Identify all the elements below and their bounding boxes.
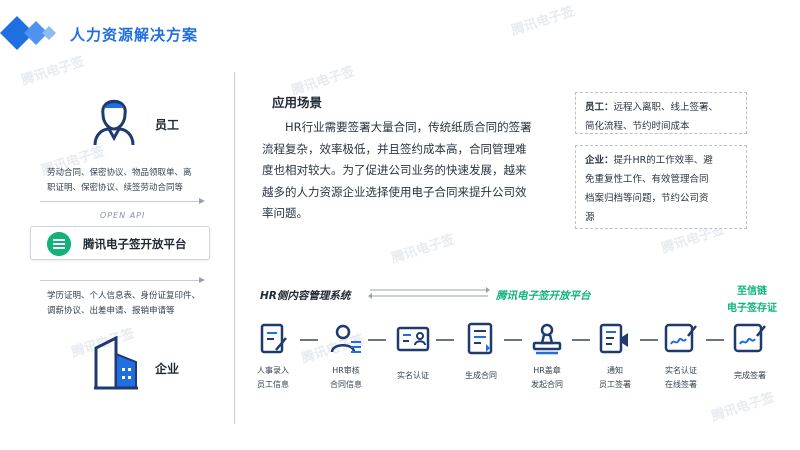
hr-system-label: HR侧内容管理系统 <box>260 290 351 302</box>
arrow-right-icon <box>199 277 205 283</box>
step-label-line: 合同信息 <box>330 380 362 389</box>
enterprise-docs-line: 学历证明、个人信息表、身份证复印件、 <box>47 291 201 301</box>
arrow-right-icon <box>199 198 205 204</box>
note-label: 企业： <box>585 155 614 166</box>
note-employee: 员工：远程入离职、线上签署、 简化流程、节约时间成本 <box>575 92 747 134</box>
bidirectional-arrow-icon <box>368 287 490 299</box>
step-label-line: 员工信息 <box>257 380 289 389</box>
step-label-line: 通知 <box>607 366 623 375</box>
step-label: HR盖章 发起合同 <box>517 364 577 392</box>
flow-connector <box>504 339 522 341</box>
note-line: 档案归档等问题，节约公司资 <box>585 193 709 204</box>
divider-arrow <box>40 201 200 202</box>
note-line: 简化流程、节约时间成本 <box>585 121 690 132</box>
review-person-icon <box>330 324 361 353</box>
step-label: 实名认证 在线签署 <box>651 364 711 392</box>
step-label-line: 发起合同 <box>531 380 563 389</box>
employee-icon <box>93 99 135 146</box>
step-label: 人事录入 员工信息 <box>243 364 303 392</box>
vertical-divider <box>234 72 235 424</box>
flow-connector <box>640 339 658 341</box>
watermark: 腾讯电子签 <box>509 4 577 39</box>
flow-connector <box>436 339 454 341</box>
note-text: 提升HR的工作效率、避 <box>613 155 713 166</box>
watermark: 腾讯电子签 <box>709 390 777 425</box>
certificate-line: 电子签存证 <box>727 303 777 314</box>
note-line: 企业：提升HR的工作效率、避 <box>585 151 737 170</box>
notify-doc-icon <box>599 323 628 354</box>
logo-diamonds-icon <box>0 16 56 50</box>
certificate-line: 至信链 <box>737 286 767 297</box>
note-text: 远程入离职、线上签署、 <box>613 102 719 113</box>
platform-card: 腾讯电子签开放平台 <box>30 226 210 260</box>
step-label-line: 完成签署 <box>734 371 766 380</box>
flow-connector <box>706 339 724 341</box>
employee-docs: 劳动合同、保密协议、物品领取单、离 职证明、保密协议、续签劳动合同等 <box>47 166 192 196</box>
enterprise-docs-line: 调薪协议、出差申请、报销申请等 <box>47 306 175 316</box>
complete-sign-icon <box>733 323 766 353</box>
seal-stamp-icon <box>532 323 562 355</box>
employee-docs-line: 职证明、保密协议、续签劳动合同等 <box>47 183 184 193</box>
scene-title: 应用场景 <box>272 95 323 110</box>
building-icon <box>94 336 138 390</box>
step-label: HR审核 合同信息 <box>316 364 376 392</box>
id-card-icon <box>396 326 430 352</box>
note-line: 员工：远程入离职、线上签署、 <box>585 98 737 117</box>
step-label-line: 人事录入 <box>257 366 289 375</box>
note-label: 员工： <box>585 102 614 113</box>
page-title: 人力资源解决方案 <box>70 26 199 44</box>
platform-label: 腾讯电子签开放平台 <box>83 237 187 251</box>
step-label: 通知 员工签署 <box>585 364 645 392</box>
step-label: 生成合同 <box>451 369 511 383</box>
scene-body: HR行业需要签署大量合同，传统纸质合同的签署流程复杂，效率极低，并且签约成本高，… <box>262 120 532 220</box>
step-label-line: 实名认证 <box>665 366 697 375</box>
step-label-line: HR审核 <box>332 366 360 375</box>
note-line: 源 <box>585 212 595 223</box>
sign-pen-icon <box>664 323 697 353</box>
step-label-line: 员工签署 <box>599 380 631 389</box>
note-line: 免重复性工作、有效管理合同 <box>585 174 709 185</box>
flow-platform-label: 腾讯电子签开放平台 <box>496 290 591 302</box>
entry-form-icon <box>260 323 287 354</box>
api-label: OPEN API <box>100 211 146 220</box>
step-label: 实名认证 <box>383 369 443 383</box>
step-label-line: 在线签署 <box>665 380 697 389</box>
flow-connector <box>368 339 386 341</box>
employee-label: 员工 <box>155 118 180 132</box>
watermark: 腾讯电子签 <box>19 54 87 89</box>
flow-connector <box>300 339 318 341</box>
certificate-label: 至信链 电子签存证 <box>712 283 792 317</box>
step-label: 完成签署 <box>720 369 780 383</box>
step-label-line: 实名认证 <box>397 371 429 380</box>
watermark: 腾讯电子签 <box>389 232 457 267</box>
flow-connector <box>572 339 590 341</box>
enterprise-label: 企业 <box>155 362 180 376</box>
divider-arrow <box>40 280 200 281</box>
platform-logo-icon <box>47 232 71 256</box>
contract-doc-icon <box>467 322 493 355</box>
step-label-line: 生成合同 <box>465 371 497 380</box>
employee-docs-line: 劳动合同、保密协议、物品领取单、离 <box>47 168 192 178</box>
note-enterprise: 企业：提升HR的工作效率、避 免重复性工作、有效管理合同 档案归档等问题，节约公… <box>575 145 747 229</box>
step-label-line: HR盖章 <box>533 366 561 375</box>
enterprise-docs: 学历证明、个人信息表、身份证复印件、 调薪协议、出差申请、报销申请等 <box>47 289 200 319</box>
